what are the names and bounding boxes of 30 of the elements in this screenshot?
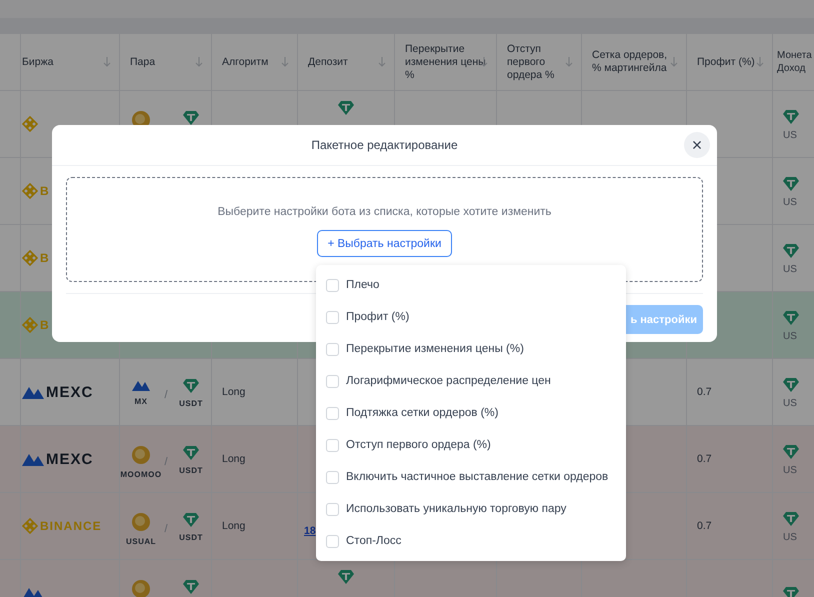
coin-label: US bbox=[783, 464, 797, 476]
algorithm-text: Long bbox=[222, 453, 246, 465]
coin-label: USDT bbox=[179, 399, 203, 408]
exchange-logo-text: MEXC bbox=[46, 384, 94, 400]
exchange-logo-text: B bbox=[40, 184, 50, 198]
profit-text: 0.7 bbox=[697, 520, 712, 532]
algorithm-text: Long bbox=[222, 520, 246, 532]
coin-label: MOOMOO bbox=[120, 470, 162, 479]
coin-label: US bbox=[783, 398, 797, 408]
exchange-logo-text: B bbox=[40, 251, 50, 265]
pair-separator: / bbox=[163, 522, 169, 535]
coin-label: US bbox=[783, 264, 797, 274]
profit-text: 0.7 bbox=[697, 453, 712, 465]
pair-separator: / bbox=[163, 455, 169, 468]
exchange-logo-text: B bbox=[40, 318, 50, 332]
exchange-logo-text: MEXC bbox=[46, 450, 94, 468]
dialog-title: Пакетное редактирование bbox=[311, 138, 458, 152]
profit-text: 0.7 bbox=[697, 386, 712, 398]
exchange-logo-text: BINANCE bbox=[40, 519, 102, 533]
pair-separator: / bbox=[163, 388, 169, 401]
coin-label: US bbox=[783, 196, 797, 208]
coin-label: MX bbox=[134, 397, 148, 406]
coin-label: USDT bbox=[179, 466, 203, 475]
coin-label: USDT bbox=[179, 533, 203, 542]
coin-label: US bbox=[783, 130, 797, 140]
coin-label: US bbox=[783, 330, 797, 342]
hint-text: Выберите настройки бота из списка, которые хотите изменить bbox=[218, 206, 552, 218]
coin-label: US bbox=[783, 532, 797, 542]
algorithm-text: Long bbox=[222, 386, 246, 398]
coin-label: USUAL bbox=[126, 537, 156, 546]
